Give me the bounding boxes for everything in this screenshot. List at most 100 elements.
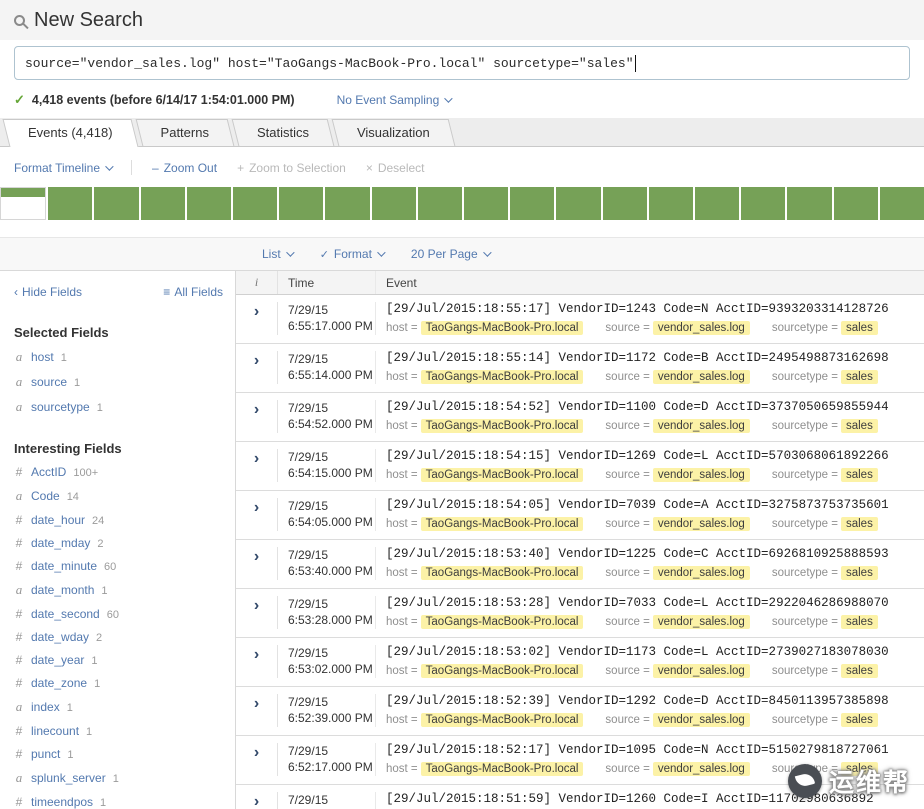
field-item-date_zone[interactable]: # date_zone 1: [14, 676, 223, 690]
timeline-bar[interactable]: [741, 187, 786, 220]
field-item-source[interactable]: a source 1: [14, 374, 223, 390]
field-value[interactable]: sales: [840, 566, 878, 580]
field-link[interactable]: AcctID: [31, 465, 66, 479]
field-link[interactable]: source: [31, 375, 67, 389]
field-link[interactable]: Code: [31, 489, 60, 503]
field-item-host[interactable]: a host 1: [14, 349, 223, 365]
field-value[interactable]: vendor_sales.log: [652, 370, 750, 384]
field-link[interactable]: host: [31, 350, 54, 364]
field-value[interactable]: sales: [840, 468, 878, 482]
tab-patterns[interactable]: Patterns: [135, 118, 235, 146]
field-link[interactable]: splunk_server: [31, 771, 106, 785]
timeline-bar[interactable]: [186, 187, 232, 220]
expand-chevron-icon[interactable]: ›: [254, 451, 259, 467]
field-value[interactable]: vendor_sales.log: [652, 762, 750, 776]
list-view-dropdown[interactable]: List: [262, 247, 295, 261]
field-item-index[interactable]: a index 1: [14, 699, 223, 715]
expand-chevron-icon[interactable]: ›: [254, 696, 259, 712]
timeline-bar[interactable]: [833, 187, 878, 220]
field-item-date_year[interactable]: # date_year 1: [14, 653, 223, 667]
field-value[interactable]: TaoGangs-MacBook-Pro.local: [420, 468, 584, 482]
field-value[interactable]: vendor_sales.log: [652, 713, 750, 727]
format-timeline-dropdown[interactable]: Format Timeline: [14, 161, 114, 175]
timeline-bar[interactable]: [417, 187, 463, 220]
field-value[interactable]: sales: [840, 713, 878, 727]
timeline-bar[interactable]: [787, 187, 832, 220]
field-value[interactable]: TaoGangs-MacBook-Pro.local: [420, 762, 584, 776]
field-item-date_minute[interactable]: # date_minute 60: [14, 559, 223, 573]
field-link[interactable]: sourcetype: [31, 400, 90, 414]
field-value[interactable]: TaoGangs-MacBook-Pro.local: [420, 566, 584, 580]
timeline-bar[interactable]: [602, 187, 647, 220]
field-item-date_mday[interactable]: # date_mday 2: [14, 536, 223, 550]
field-value[interactable]: vendor_sales.log: [652, 664, 750, 678]
event-raw-text[interactable]: [29/Jul/2015:18:53:40] VendorID=1225 Cod…: [386, 547, 924, 561]
field-value[interactable]: sales: [840, 615, 878, 629]
event-raw-text[interactable]: [29/Jul/2015:18:53:02] VendorID=1173 Cod…: [386, 645, 924, 659]
field-link[interactable]: timeendpos: [31, 795, 93, 809]
search-bar[interactable]: source="vendor_sales.log" host="TaoGangs…: [14, 46, 910, 80]
hide-fields-link[interactable]: ‹ Hide Fields: [14, 285, 82, 299]
field-value[interactable]: TaoGangs-MacBook-Pro.local: [420, 517, 584, 531]
search-input[interactable]: source="vendor_sales.log" host="TaoGangs…: [25, 56, 634, 71]
timeline-bar[interactable]: [325, 187, 370, 220]
zoom-out-button[interactable]: – Zoom Out: [152, 161, 217, 175]
field-item-date_hour[interactable]: # date_hour 24: [14, 513, 223, 527]
field-item-date_month[interactable]: a date_month 1: [14, 582, 223, 598]
field-item-sourcetype[interactable]: a sourcetype 1: [14, 399, 223, 415]
all-fields-link[interactable]: ≡ All Fields: [163, 285, 223, 299]
field-value[interactable]: TaoGangs-MacBook-Pro.local: [420, 713, 584, 727]
timeline-chart[interactable]: [0, 187, 924, 220]
event-raw-text[interactable]: [29/Jul/2015:18:52:39] VendorID=1292 Cod…: [386, 694, 924, 708]
timeline-bar[interactable]: [48, 187, 93, 220]
field-item-punct[interactable]: # punct 1: [14, 747, 223, 761]
timeline-bar[interactable]: [510, 187, 555, 220]
field-value[interactable]: vendor_sales.log: [652, 615, 750, 629]
field-item-splunk_server[interactable]: a splunk_server 1: [14, 770, 223, 786]
field-item-Code[interactable]: a Code 14: [14, 488, 223, 504]
field-link[interactable]: date_year: [31, 653, 84, 667]
field-value[interactable]: vendor_sales.log: [652, 468, 750, 482]
field-value[interactable]: TaoGangs-MacBook-Pro.local: [420, 664, 584, 678]
expand-chevron-icon[interactable]: ›: [254, 549, 259, 565]
event-raw-text[interactable]: [29/Jul/2015:18:54:52] VendorID=1100 Cod…: [386, 400, 924, 414]
timeline-bar[interactable]: [695, 187, 740, 220]
field-link[interactable]: date_wday: [31, 630, 89, 644]
expand-chevron-icon[interactable]: ›: [254, 304, 259, 320]
field-value[interactable]: sales: [840, 419, 878, 433]
expand-chevron-icon[interactable]: ›: [254, 647, 259, 663]
event-raw-text[interactable]: [29/Jul/2015:18:54:15] VendorID=1269 Cod…: [386, 449, 924, 463]
timeline-bar[interactable]: [0, 187, 47, 220]
expand-chevron-icon[interactable]: ›: [254, 794, 259, 809]
timeline-bar[interactable]: [556, 187, 601, 220]
field-value[interactable]: vendor_sales.log: [652, 517, 750, 531]
field-item-AcctID[interactable]: # AcctID 100+: [14, 465, 223, 479]
field-link[interactable]: date_minute: [31, 559, 97, 573]
per-page-dropdown[interactable]: 20 Per Page: [411, 247, 492, 261]
timeline-bar[interactable]: [233, 187, 278, 220]
tab-statistics[interactable]: Statistics: [231, 118, 335, 146]
timeline-bar[interactable]: [94, 187, 139, 220]
field-value[interactable]: sales: [840, 370, 878, 384]
expand-chevron-icon[interactable]: ›: [254, 598, 259, 614]
tab-visualization[interactable]: Visualization: [331, 118, 456, 146]
field-value[interactable]: vendor_sales.log: [652, 566, 750, 580]
event-raw-text[interactable]: [29/Jul/2015:18:54:05] VendorID=7039 Cod…: [386, 498, 924, 512]
field-item-timeendpos[interactable]: # timeendpos 1: [14, 795, 223, 809]
field-link[interactable]: date_mday: [31, 536, 90, 550]
field-item-linecount[interactable]: # linecount 1: [14, 724, 223, 738]
field-value[interactable]: sales: [840, 517, 878, 531]
timeline-bar[interactable]: [879, 187, 924, 220]
field-value[interactable]: TaoGangs-MacBook-Pro.local: [420, 321, 584, 335]
event-raw-text[interactable]: [29/Jul/2015:18:55:14] VendorID=1172 Cod…: [386, 351, 924, 365]
field-link[interactable]: date_second: [31, 607, 100, 621]
field-link[interactable]: date_hour: [31, 513, 85, 527]
expand-chevron-icon[interactable]: ›: [254, 745, 259, 761]
expand-chevron-icon[interactable]: ›: [254, 353, 259, 369]
timeline-bar[interactable]: [279, 187, 324, 220]
field-item-date_second[interactable]: # date_second 60: [14, 607, 223, 621]
event-raw-text[interactable]: [29/Jul/2015:18:53:28] VendorID=7033 Cod…: [386, 596, 924, 610]
expand-chevron-icon[interactable]: ›: [254, 402, 259, 418]
event-sampling-dropdown[interactable]: No Event Sampling: [337, 93, 453, 107]
timeline-bar[interactable]: [140, 187, 185, 220]
